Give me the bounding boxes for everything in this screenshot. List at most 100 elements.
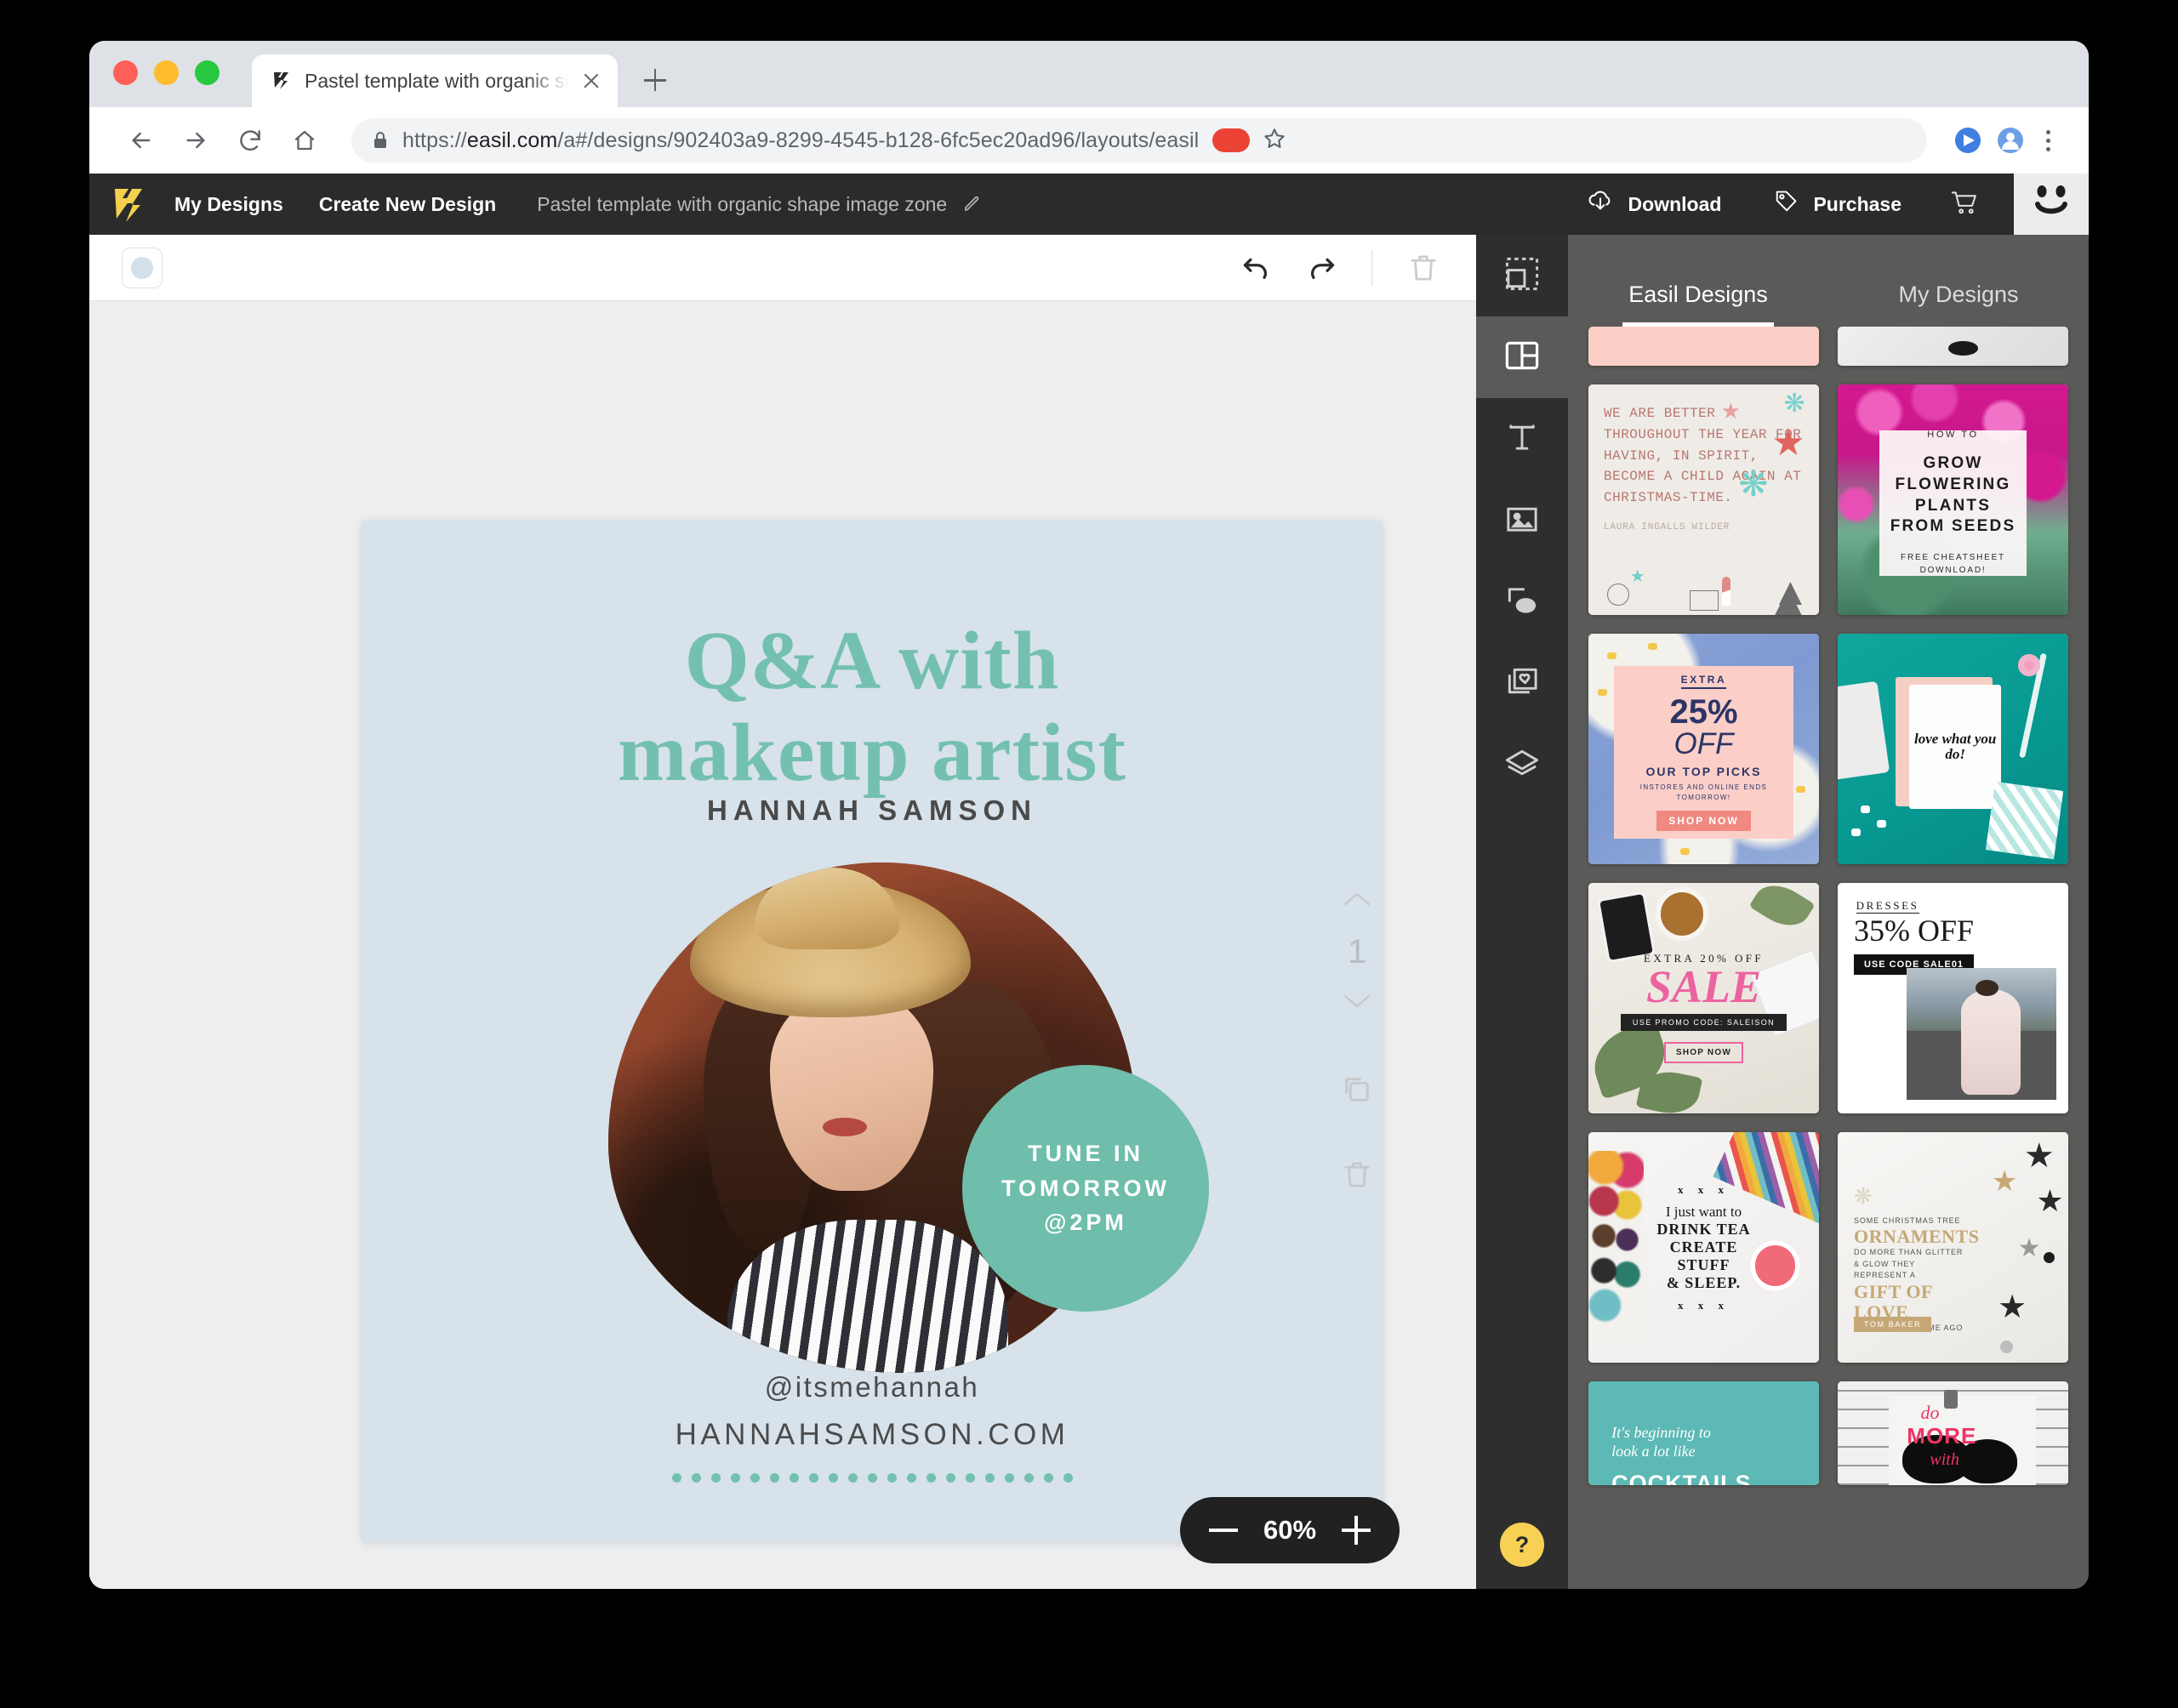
duplicate-icon[interactable] <box>1340 1073 1374 1111</box>
reload-icon[interactable] <box>227 117 273 163</box>
undo-icon[interactable] <box>1237 248 1278 288</box>
browser-tab[interactable]: Pastel template with organic sh <box>252 54 618 107</box>
template-thumbnail[interactable] <box>1588 327 1819 366</box>
minimize-window-button[interactable] <box>154 60 179 85</box>
coffee-cup-prop <box>1656 887 1708 940</box>
bulldog-clip-icon <box>1944 1390 1958 1409</box>
template-thumbnail[interactable]: EXTRA 20% OFF SALE USE PROMO CODE: SALEI… <box>1588 883 1819 1113</box>
template-thumbnail[interactable]: x x x I just want to DRINK TEA CREATE ST… <box>1588 1132 1819 1363</box>
template-thumbnail[interactable]: WE ARE BETTER THROUGHOUT THE YEAR FOR HA… <box>1588 384 1819 615</box>
do-more-line3: with <box>1930 1450 1958 1470</box>
close-window-button[interactable] <box>113 60 138 85</box>
kebab-menu-icon[interactable] <box>2036 130 2060 151</box>
design-handle[interactable]: @itsmehannah <box>362 1371 1383 1403</box>
chevron-up-icon[interactable] <box>1340 888 1374 914</box>
zoom-out-button[interactable] <box>1209 1516 1238 1545</box>
flowers-card: HOW TO GROW FLOWERING PLANTS FROM SEEDS … <box>1879 430 2027 576</box>
tea-quote-text: x x x I just want to DRINK TEA CREATE ST… <box>1644 1183 1764 1312</box>
flowers-footer: FREE CHEATSHEET DOWNLOAD! <box>1886 551 2020 577</box>
purchase-button[interactable]: Purchase <box>1747 188 1927 220</box>
toolbar-divider <box>1371 250 1372 286</box>
template-thumbnail[interactable]: do MORE with <box>1838 1381 2068 1485</box>
template-grid[interactable]: WE ARE BETTER THROUGHOUT THE YEAR FOR HA… <box>1568 327 2089 1589</box>
address-bar[interactable]: https://easil.com/a#/designs/902403a9-82… <box>351 118 1927 162</box>
lock-icon <box>372 130 389 151</box>
marble-cta: SHOP NOW <box>1656 811 1750 831</box>
zoom-in-button[interactable] <box>1342 1516 1371 1545</box>
template-thumbnail[interactable]: love what you do! <box>1838 634 2068 864</box>
page-number: 1 <box>1348 933 1366 971</box>
template-thumbnail[interactable]: HOW TO GROW FLOWERING PLANTS FROM SEEDS … <box>1838 384 2068 615</box>
trash-icon[interactable] <box>1403 248 1444 288</box>
image-tool[interactable] <box>1476 480 1568 561</box>
sale-desk-cta: SHOP NOW <box>1664 1042 1742 1063</box>
candy-cane-icon <box>1722 577 1730 606</box>
sale-desk-promo: USE PROMO CODE: SALEISON <box>1621 1014 1787 1031</box>
resize-tool[interactable] <box>1476 235 1568 316</box>
tune-in-badge[interactable]: TUNE IN TOMORROW @2PM <box>962 1065 1209 1312</box>
download-button[interactable]: Download <box>1560 187 1748 221</box>
profile-icon[interactable] <box>1993 123 2027 157</box>
new-tab-button[interactable] <box>633 58 677 102</box>
tab-easil-designs[interactable]: Easil Designs <box>1568 282 1828 327</box>
forward-icon[interactable] <box>173 117 219 163</box>
pencil-icon[interactable] <box>962 195 981 214</box>
zoom-control: 60% <box>1180 1497 1400 1563</box>
design-subtitle[interactable]: HANNAH SAMSON <box>362 794 1383 827</box>
close-icon[interactable] <box>580 70 602 92</box>
tea-x-bottom: x x x <box>1644 1299 1764 1312</box>
cart-button[interactable] <box>1927 187 2014 222</box>
chevron-down-icon[interactable] <box>1340 990 1374 1016</box>
foliage-prop <box>1749 883 1816 937</box>
redo-icon[interactable] <box>1300 248 1341 288</box>
address-bar-actions <box>1212 126 1287 156</box>
editor-column: Q&A with makeup artist HANNAH SAMSON <box>89 235 1476 1589</box>
template-thumbnail[interactable]: EXTRA 25% OFF OUR TOP PICKS INSTORES AND… <box>1588 634 1819 864</box>
delete-page-icon[interactable] <box>1341 1159 1373 1195</box>
document-title-text: Pastel template with organic shape image… <box>537 193 947 216</box>
dresses-label: DRESSES <box>1856 899 1919 914</box>
christmas-tree-icon: ▲ <box>1771 572 1810 611</box>
window-traffic-lights <box>113 60 220 107</box>
design-artboard[interactable]: Q&A with makeup artist HANNAH SAMSON <box>362 521 1383 1541</box>
cocktails-line3: COCKTAILS <box>1611 1471 1752 1485</box>
canvas-area[interactable]: Q&A with makeup artist HANNAH SAMSON <box>89 301 1476 1589</box>
sidebar-item-my-designs[interactable]: My Designs <box>174 193 283 216</box>
design-website[interactable]: HANNAHSAMSON.COM <box>362 1418 1383 1452</box>
address-bar-url: https://easil.com/a#/designs/902403a9-82… <box>402 128 1199 153</box>
design-title[interactable]: Q&A with makeup artist <box>362 616 1383 800</box>
tab-my-designs[interactable]: My Designs <box>1828 282 2089 327</box>
maximize-window-button[interactable] <box>195 60 220 85</box>
shapes-tool[interactable] <box>1476 561 1568 643</box>
do-more-line2: MORE <box>1907 1423 1976 1449</box>
marshmallow-prop <box>1877 820 1886 828</box>
template-thumbnail[interactable] <box>1838 327 2068 366</box>
app-body: Q&A with makeup artist HANNAH SAMSON <box>89 235 2089 1589</box>
template-thumbnail[interactable]: It's beginning to look a lot like COCKTA… <box>1588 1381 1819 1485</box>
bookmark-star-icon[interactable] <box>1262 126 1287 156</box>
background-color-swatch[interactable] <box>122 248 162 288</box>
template-thumbnail[interactable]: DRESSES 35% OFF USE CODE SALE01 <box>1838 883 2068 1113</box>
page-navigation: 1 <box>1340 888 1374 1195</box>
template-thumbnail[interactable]: ★ ★ ★ ★ ★ ❋ SOME CHRISTMAS TREE O <box>1838 1132 2068 1363</box>
home-icon[interactable] <box>282 117 328 163</box>
document-title[interactable]: Pastel template with organic shape image… <box>537 193 981 216</box>
easil-logo-icon[interactable] <box>110 185 149 224</box>
layouts-tool[interactable] <box>1476 316 1568 398</box>
back-icon[interactable] <box>118 117 164 163</box>
collections-tool[interactable] <box>1476 643 1568 725</box>
help-button[interactable]: ? <box>1500 1523 1544 1567</box>
layers-tool[interactable] <box>1476 725 1568 806</box>
password-key-icon[interactable] <box>1212 128 1250 152</box>
orn-line1: SOME CHRISTMAS TREE <box>1854 1216 1971 1227</box>
text-tool[interactable] <box>1476 398 1568 480</box>
avatar[interactable] <box>2014 174 2089 235</box>
browser-tab-title: Pastel template with organic sh <box>305 70 568 93</box>
orn-author: TOM BAKER <box>1854 1317 1931 1332</box>
create-new-design-link[interactable]: Create New Design <box>319 193 496 216</box>
tea-line2: DRINK TEA <box>1644 1221 1764 1238</box>
layouts-icon <box>1503 337 1541 379</box>
confetti <box>1796 786 1805 793</box>
extension-icon[interactable] <box>1951 123 1985 157</box>
star-icon: ★ <box>1721 398 1741 424</box>
